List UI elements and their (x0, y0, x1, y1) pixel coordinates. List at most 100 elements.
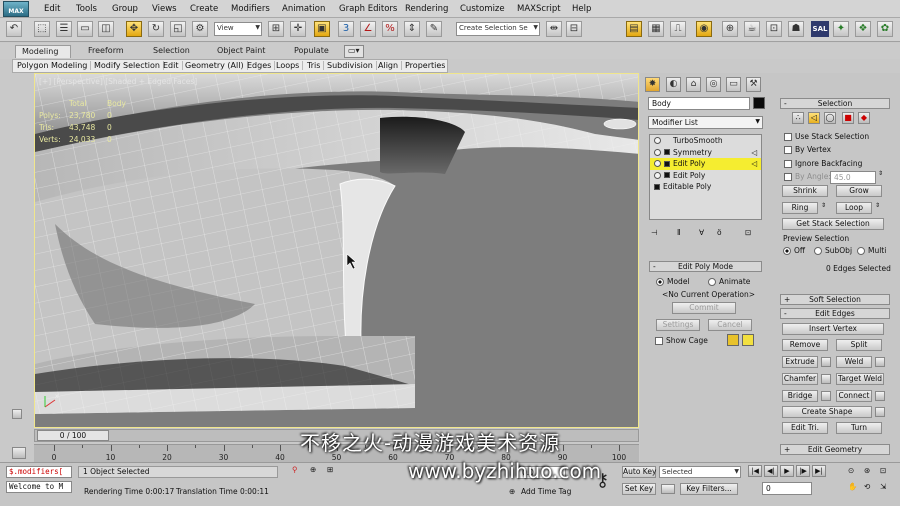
time-slider[interactable]: 0 / 100 (37, 430, 109, 441)
menu-help[interactable]: Help (572, 4, 591, 14)
tab-modeling[interactable]: Modeling (15, 45, 71, 58)
edit-poly-mode-rollout[interactable]: - Edit Poly Mode (649, 261, 762, 272)
ring-button[interactable]: Ring (782, 202, 818, 214)
polygon-mode-icon[interactable]: ■ (842, 112, 854, 124)
edit-tri-button[interactable]: Edit Tri. (782, 422, 828, 434)
app-logo[interactable]: MAX (3, 1, 29, 17)
subtab-properties[interactable]: Properties (405, 61, 448, 70)
modifier-stack[interactable]: TurboSmooth Symmetry ◁ Edit Poly ◁ Edit Po… (649, 134, 762, 220)
menu-modifiers[interactable]: Modifiers (231, 4, 270, 14)
vertex-mode-icon[interactable]: ∴ (792, 112, 804, 124)
material-editor-icon[interactable]: ⊕ (722, 21, 738, 37)
select-move-icon[interactable]: ✥ (126, 21, 142, 37)
cancel-button[interactable]: Cancel (708, 319, 752, 331)
bulb-icon[interactable] (654, 171, 661, 179)
selection-rollout[interactable]: - Selection (780, 98, 890, 109)
menu-graph-editors[interactable]: Graph Editors (339, 4, 397, 14)
tab-populate[interactable]: Populate (288, 45, 335, 58)
pin-stack-icon[interactable]: ⊣ (651, 228, 658, 237)
subtab-loops[interactable]: Loops (276, 61, 304, 70)
undo-icon[interactable]: ↶ (6, 21, 22, 37)
menu-rendering[interactable]: Rendering (405, 4, 448, 14)
set-key-button[interactable]: Set Key (622, 483, 656, 495)
sal-icon[interactable]: SAL (811, 21, 829, 37)
cage-selected-color-swatch[interactable] (742, 334, 754, 346)
menu-group[interactable]: Group (112, 4, 138, 14)
absolute-mode-icon[interactable]: ⊞ (327, 465, 333, 474)
lock-selection-icon[interactable]: ⊕ (310, 465, 316, 474)
add-time-tag-icon[interactable]: ⊕ (509, 487, 515, 496)
isolate-icon[interactable]: ⚲ (292, 465, 298, 474)
extrude-settings-button[interactable] (821, 357, 831, 367)
target-weld-button[interactable]: Target Weld (836, 373, 884, 385)
loop-spinner-icon[interactable]: ⇕ (875, 202, 880, 209)
edit-edges-rollout[interactable]: - Edit Edges (780, 308, 890, 319)
modify-tab-icon[interactable]: ◐ (666, 77, 681, 92)
grow-button[interactable]: Grow (836, 185, 882, 197)
configure-sets-icon[interactable]: ⊡ (745, 228, 751, 237)
rendered-frame-icon[interactable]: ⊡ (766, 21, 782, 37)
preview-off-radio[interactable]: Off (783, 246, 805, 255)
perspective-viewport[interactable]: x [+] [Perspective] [Shaded + Edged Face… (34, 73, 639, 428)
modifier-list-dropdown[interactable]: Modifier List ▼ (648, 116, 763, 129)
bulb-icon[interactable] (654, 137, 661, 145)
current-frame-field[interactable]: 0 (762, 482, 812, 495)
commit-button[interactable]: Commit (672, 302, 736, 314)
cloth-tool-icon[interactable]: ❖ (855, 21, 871, 37)
schematic-view-icon[interactable]: ◉ (696, 21, 712, 37)
edit-named-sets-icon[interactable]: ✎ (426, 21, 442, 37)
selection-set-dropdown[interactable]: Create Selection Se ▼ (456, 22, 540, 36)
chamfer-button[interactable]: Chamfer (782, 373, 818, 385)
bulb-icon[interactable] (654, 160, 661, 168)
menu-animation[interactable]: Animation (282, 4, 325, 14)
selected-keys-dropdown[interactable]: Selected ▼ (659, 466, 741, 478)
stack-item[interactable]: Edit Poly ◁ (650, 158, 761, 170)
collapse-ribbon-button[interactable] (12, 409, 22, 419)
window-crossing-icon[interactable]: ◫ (98, 21, 114, 37)
stack-item[interactable]: TurboSmooth (650, 135, 761, 147)
graphite-tools-icon[interactable]: ▦ (648, 21, 664, 37)
select-rotate-icon[interactable]: ↻ (148, 21, 164, 37)
subtab-tris[interactable]: Tris (307, 61, 325, 70)
soft-selection-rollout[interactable]: + Soft Selection (780, 294, 890, 305)
mirror-icon[interactable]: ⇹ (546, 21, 562, 37)
shrink-button[interactable]: Shrink (782, 185, 828, 197)
percent-snap-icon[interactable]: % (382, 21, 398, 37)
create-tab-icon[interactable]: ✸ (645, 77, 660, 92)
extra-tool-icon[interactable]: ✿ (877, 21, 893, 37)
stack-item[interactable]: Symmetry ◁ (650, 147, 761, 159)
set-keys-icon[interactable] (661, 484, 675, 494)
object-color-swatch[interactable] (753, 97, 765, 109)
ribbon-options-icon[interactable]: ▭▾ (344, 45, 364, 58)
select-by-name-icon[interactable]: ☰ (56, 21, 72, 37)
pan-icon[interactable]: ✋ (848, 482, 857, 491)
key-filters-button[interactable]: Key Filters... (680, 483, 738, 495)
menu-tools[interactable]: Tools (76, 4, 97, 14)
stack-item[interactable]: Edit Poly (650, 170, 761, 182)
tab-freeform[interactable]: Freeform (82, 45, 130, 58)
play-icon[interactable]: ▶ (780, 465, 794, 477)
keyboard-shortcut-icon[interactable]: ▣ (314, 21, 330, 37)
select-manipulate-icon[interactable]: ⚙ (192, 21, 208, 37)
tab-selection[interactable]: Selection (147, 45, 196, 58)
by-angle-checkbox[interactable]: By Angle: (784, 172, 831, 181)
border-mode-icon[interactable]: ◯ (824, 112, 836, 124)
render-setup-icon[interactable]: ☕ (744, 21, 760, 37)
preview-multi-radio[interactable]: Multi (857, 246, 886, 255)
bridge-settings-button[interactable] (821, 391, 831, 401)
manipulate-icon[interactable]: ✛ (290, 21, 306, 37)
subtab-modify-selection[interactable]: Modify Selection (94, 61, 164, 70)
zoom-icon[interactable]: ⊙ (848, 466, 854, 475)
weld-button[interactable]: Weld (836, 356, 872, 368)
maxscript-output[interactable]: Welcome to M (6, 481, 72, 493)
by-vertex-checkbox[interactable]: By Vertex (784, 145, 831, 154)
viewport-label[interactable]: [+] [Perspective] [Shaded + Edged Faces] (39, 77, 197, 86)
subtab-align[interactable]: Align (378, 61, 403, 70)
chamfer-settings-button[interactable] (821, 374, 831, 384)
utilities-tab-icon[interactable]: ⚒ (746, 77, 761, 92)
align-icon[interactable]: ⊟ (566, 21, 582, 37)
create-shape-button[interactable]: Create Shape (782, 406, 872, 418)
ring-spinner-icon[interactable]: ⇕ (821, 202, 826, 209)
snaps-toggle-icon[interactable]: 3 (338, 21, 354, 37)
select-scale-icon[interactable]: ◱ (170, 21, 186, 37)
